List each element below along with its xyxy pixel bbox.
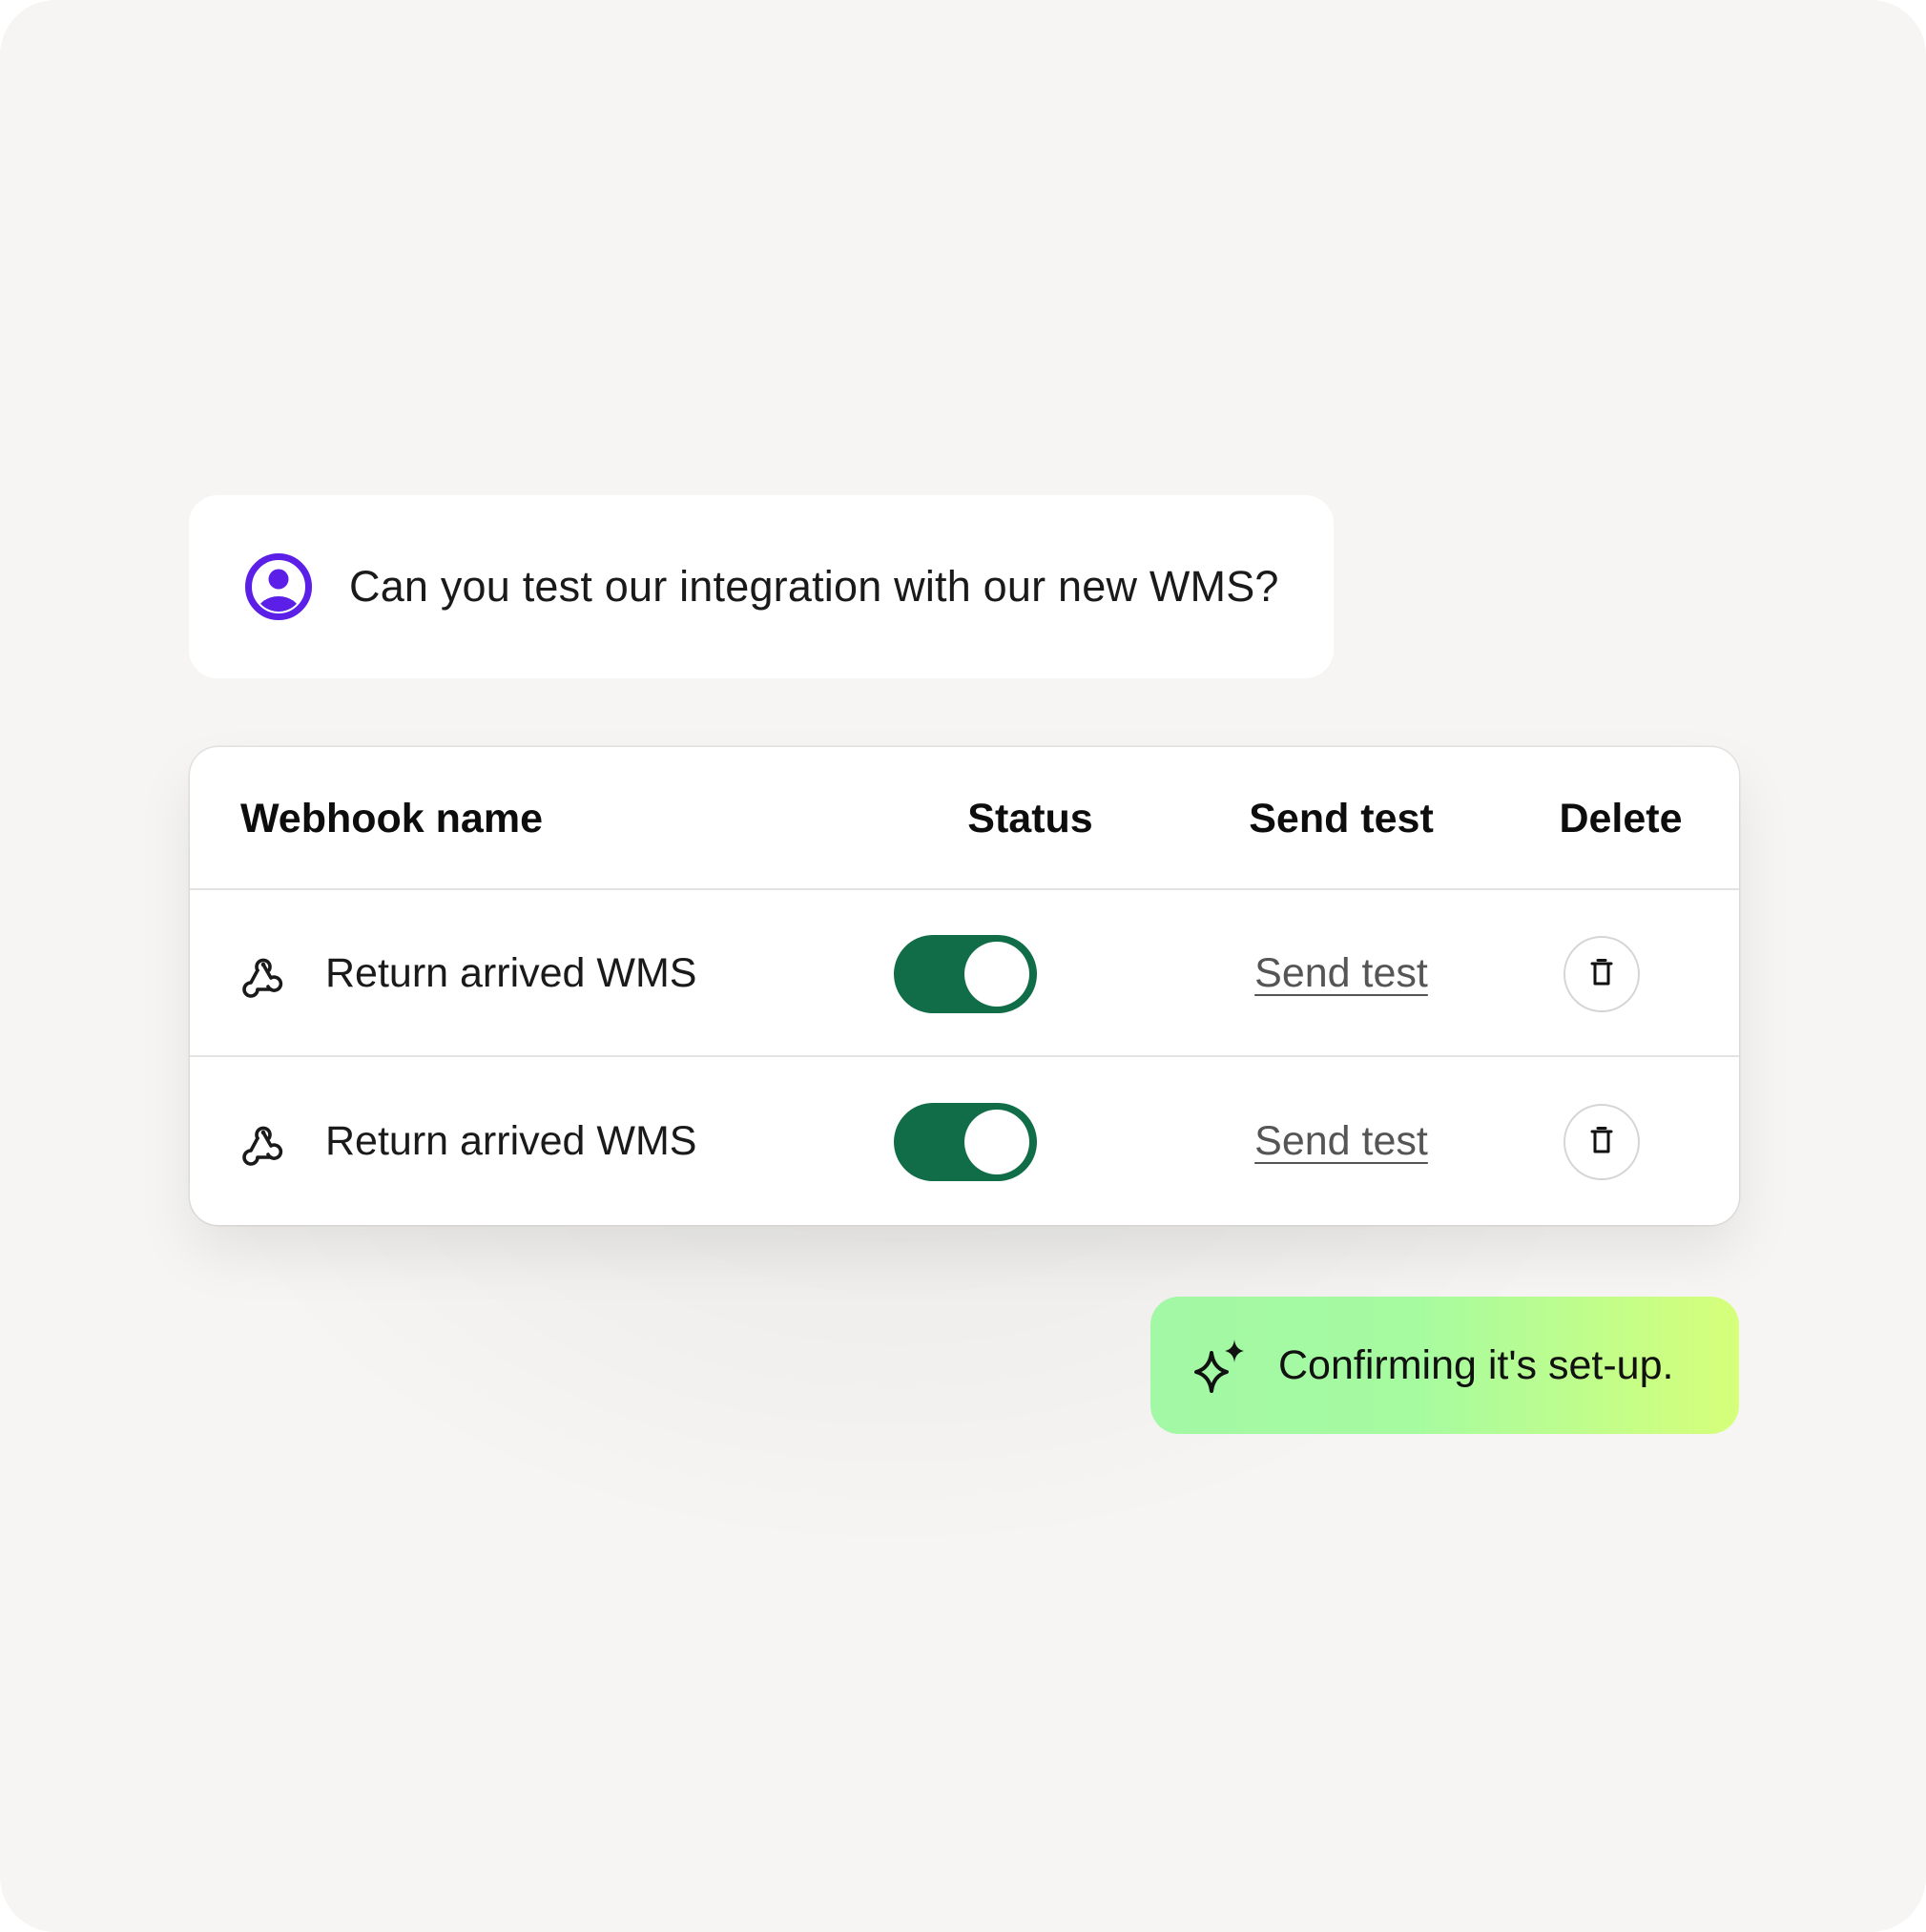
webhook-icon (239, 1119, 287, 1167)
toggle-knob (964, 942, 1029, 1007)
header-delete: Delete (1559, 796, 1683, 841)
delete-button[interactable] (1564, 936, 1640, 1012)
send-test-link[interactable]: Send test (1203, 890, 1480, 1057)
status-toggle[interactable] (894, 935, 1037, 1013)
delete-button[interactable] (1564, 1104, 1640, 1180)
trash-icon (1589, 1126, 1614, 1159)
webhook-table-card: Webhook name Status Send test Delete Ret… (190, 747, 1739, 1225)
webhook-name: Return arrived WMS (325, 950, 697, 996)
header-send-test: Send test (1249, 796, 1434, 841)
user-avatar-icon (244, 552, 313, 621)
header-webhook-name: Webhook name (240, 796, 543, 841)
canvas-background: Can you test our integration with our ne… (0, 0, 1926, 1932)
send-test-link[interactable]: Send test (1203, 1058, 1480, 1225)
toggle-knob (964, 1110, 1029, 1174)
table-row: Return arrived WMS Send test (190, 1058, 1739, 1225)
webhook-name: Return arrived WMS (325, 1118, 697, 1164)
trash-icon (1589, 958, 1614, 991)
status-toggle[interactable] (894, 1103, 1037, 1181)
table-row: Return arrived WMS Send test (190, 890, 1739, 1057)
sparkle-icon (1191, 1336, 1250, 1395)
confirmation-text: Confirming it's set-up. (1278, 1341, 1674, 1388)
table-header: Webhook name Status Send test Delete (190, 747, 1739, 890)
chat-message-text: Can you test our integration with our ne… (349, 562, 1279, 611)
webhook-icon (239, 951, 287, 999)
confirmation-pill: Confirming it's set-up. (1150, 1297, 1739, 1434)
header-status: Status (967, 796, 1093, 841)
chat-message-bubble: Can you test our integration with our ne… (189, 495, 1334, 678)
